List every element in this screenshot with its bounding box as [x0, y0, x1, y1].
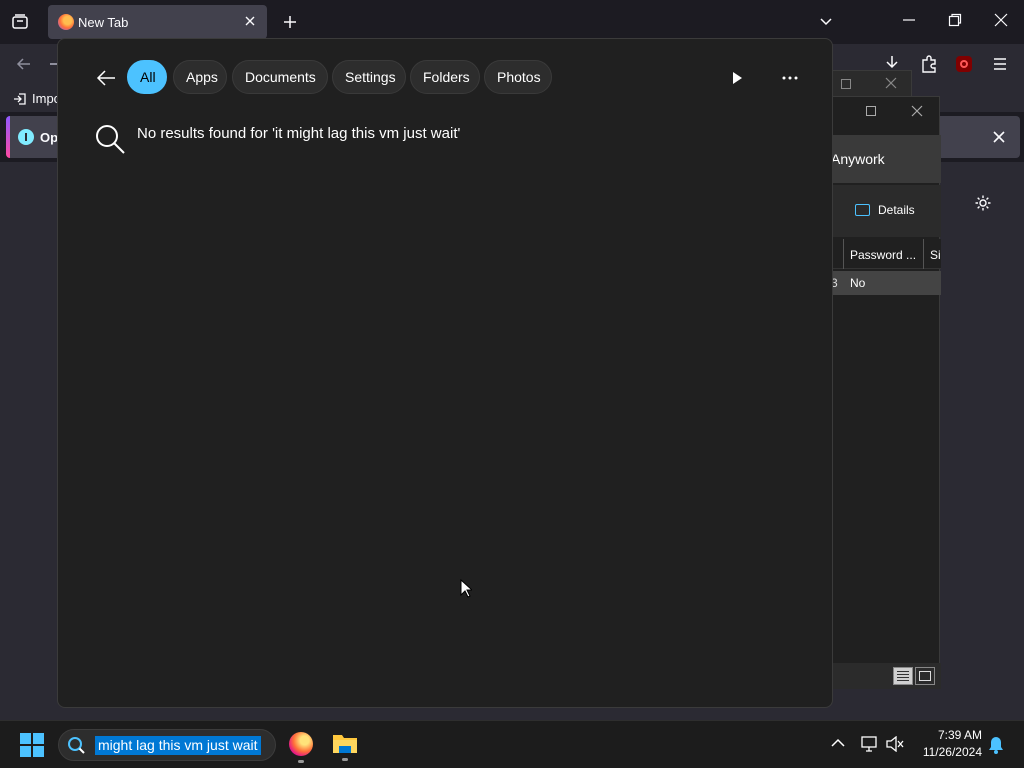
search-icon: [94, 123, 126, 155]
file-explorer-taskbar-icon[interactable]: [332, 732, 358, 761]
new-tab-icon[interactable]: [282, 14, 298, 30]
volume-muted-icon[interactable]: [886, 736, 904, 752]
clock-date: 11/26/2024: [922, 745, 982, 759]
tab-list-chevron-down-icon[interactable]: [818, 14, 834, 30]
address-text: Anywork: [831, 151, 885, 167]
window-close-icon[interactable]: [994, 12, 1008, 28]
back-arrow-icon[interactable]: [96, 69, 116, 87]
browser-tab[interactable]: New Tab: [48, 5, 267, 39]
back-arrow-icon[interactable]: [16, 56, 32, 72]
tab-close-icon[interactable]: [243, 14, 257, 28]
details-pane-icon: [855, 204, 870, 216]
details-view-icon[interactable]: [893, 667, 913, 685]
more-options-icon[interactable]: [782, 76, 798, 80]
explorer-maximize-icon[interactable]: [866, 106, 876, 116]
filter-folders[interactable]: Folders: [410, 60, 480, 94]
background-window-titlebar: [832, 70, 912, 96]
play-icon[interactable]: [731, 71, 743, 85]
filter-settings[interactable]: Settings: [332, 60, 406, 94]
windows-start-icon[interactable]: [20, 733, 44, 757]
maximize-icon[interactable]: [841, 79, 851, 89]
file-list-header: Password ... Si: [833, 239, 941, 269]
no-results-message: No results found for 'it might lag this …: [137, 125, 461, 142]
column-header-size[interactable]: Si: [930, 248, 941, 262]
taskbar-search-box[interactable]: might lag this vm just wait: [58, 729, 276, 761]
filter-all[interactable]: All: [127, 60, 167, 94]
import-icon: [14, 92, 26, 105]
notification-text: Op: [40, 130, 59, 145]
restore-icon[interactable]: [948, 12, 962, 28]
show-hidden-icons-chevron-up-icon[interactable]: [831, 738, 845, 748]
network-icon[interactable]: [861, 736, 879, 752]
clock[interactable]: 7:39 AM 11/26/2024: [910, 728, 982, 759]
mouse-cursor-icon: [460, 579, 472, 599]
taskbar-search-query[interactable]: might lag this vm just wait: [95, 736, 261, 755]
clock-time: 7:39 AM: [937, 728, 982, 742]
notification-bell-icon[interactable]: [988, 736, 1004, 754]
background-window-close-icon[interactable]: [885, 77, 897, 89]
minimize-icon[interactable]: [902, 12, 916, 28]
explorer-status-bar: [833, 663, 941, 689]
details-label: Details: [878, 203, 915, 217]
page-settings-gear-icon[interactable]: [974, 194, 992, 212]
notification-accent-edge: [6, 116, 10, 158]
file-explorer-window: Anywork Details Password ... Si 3 No: [831, 96, 941, 689]
app-menu-hamburger-icon[interactable]: [992, 57, 1008, 71]
filter-photos[interactable]: Photos: [484, 60, 552, 94]
explorer-address-bar[interactable]: Anywork: [831, 135, 941, 183]
windows-search-flyout: All Apps Documents Settings Folders Phot…: [57, 38, 833, 708]
table-row[interactable]: 3 No: [831, 271, 941, 295]
tab-title: New Tab: [78, 15, 129, 30]
taskbar-search-icon: [67, 736, 85, 754]
tab-overview-icon[interactable]: [11, 13, 29, 31]
column-header-password[interactable]: Password ...: [850, 248, 916, 262]
taskbar: might lag this vm just wait 7:39 AM 11/2…: [0, 720, 1024, 768]
explorer-close-icon[interactable]: [911, 105, 923, 117]
ublock-origin-icon[interactable]: [956, 56, 972, 72]
large-icons-view-icon[interactable]: [915, 667, 935, 685]
firefox-favicon-icon: [58, 14, 74, 30]
details-pane-button[interactable]: Details: [855, 203, 915, 217]
explorer-command-bar: Details: [833, 185, 941, 237]
table-cell-password: No: [850, 276, 866, 290]
filter-apps[interactable]: Apps: [173, 60, 227, 94]
notification-close-icon[interactable]: [991, 129, 1007, 145]
import-bookmarks-link[interactable]: Impo: [13, 91, 61, 106]
info-icon: [18, 129, 34, 145]
extensions-puzzle-icon[interactable]: [921, 55, 937, 73]
firefox-taskbar-icon[interactable]: [289, 732, 313, 763]
filter-documents[interactable]: Documents: [232, 60, 328, 94]
